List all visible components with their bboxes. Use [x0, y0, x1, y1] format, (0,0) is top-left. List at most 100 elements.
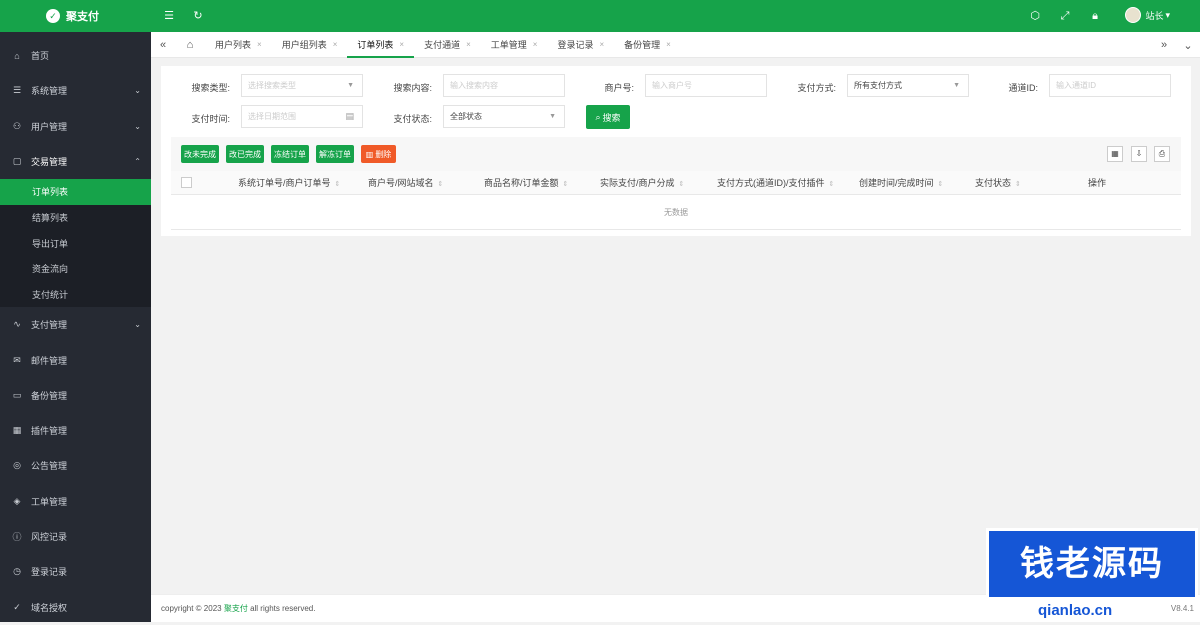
sort-icon: ⇕ [937, 181, 944, 188]
tab-bar: « ⌂ 用户列表 × 用户组列表 × 订单列表 × 支付通道 × 工单管理 × 登录记录 ×… [151, 32, 1200, 58]
column-header[interactable]: 创建时间/完成时间 ⇕ [859, 171, 943, 195]
column-label: 创建时间/完成时间 [859, 178, 934, 188]
table-empty-state: 无数据 [171, 196, 1181, 230]
sidebar-item-label: 交易管理 [31, 157, 68, 168]
tag-icon[interactable]: ⬡ [1028, 9, 1042, 23]
tabs-scroll-right-icon[interactable]: » [1152, 32, 1176, 58]
sidebar-subitem-pay-stats[interactable]: 支付统计 [0, 282, 151, 308]
sidebar-item-users[interactable]: ⚇ 用户管理 ⌄ [0, 109, 151, 144]
sidebar-item-label: 插件管理 [31, 426, 68, 437]
sidebar-subitem-settlements[interactable]: 结算列表 [0, 205, 151, 231]
pay-status-select[interactable]: 全部状态 ▼ [443, 105, 565, 128]
close-icon[interactable]: × [333, 40, 338, 49]
tab-tickets[interactable]: 工单管理 × [481, 32, 548, 57]
chevron-down-icon: ⌄ [134, 320, 141, 330]
sidebar-subitem-fund-flow[interactable]: 资金流向 [0, 256, 151, 282]
tab-pay-channel[interactable]: 支付通道 × [414, 32, 481, 57]
sidebar-item-logins[interactable]: ◷ 登录记录 [0, 554, 151, 589]
plugin-icon: ▦ [12, 425, 22, 436]
calendar-icon: ▤ [345, 111, 354, 121]
sidebar-item-risk[interactable]: ⓘ 风控记录 [0, 519, 151, 554]
user-menu[interactable]: 站长 ▾ [1125, 7, 1170, 23]
top-bar: ✓ 聚支付 ☰ ↻ ⬡ ⤢ 🔒︎ 站长 ▾ [0, 0, 1200, 32]
close-icon[interactable]: × [466, 40, 471, 49]
sidebar-item-system[interactable]: ☰ 系统管理 ⌄ [0, 73, 151, 108]
chevron-down-icon: ⌄ [134, 86, 141, 96]
lock-icon[interactable]: 🔒︎ [1088, 9, 1102, 23]
sidebar-item-home[interactable]: ⌂ 首页 [0, 38, 151, 73]
sidebar-item-label: 首页 [31, 51, 50, 62]
chevron-down-icon: ⌄ [134, 121, 141, 131]
footer-brand-link[interactable]: 聚支付 [224, 604, 248, 613]
menu-toggle-icon[interactable]: ☰ [162, 9, 176, 23]
search-content-input[interactable]: 输入搜索内容 [443, 74, 565, 97]
close-icon[interactable]: × [666, 40, 671, 49]
mail-icon: ✉ [13, 354, 21, 365]
tab-user-list[interactable]: 用户列表 × [205, 32, 272, 57]
column-label: 支付状态 [975, 178, 1012, 188]
channel-input[interactable]: 输入通道ID [1049, 74, 1171, 97]
select-all-checkbox[interactable] [181, 177, 192, 188]
sidebar-item-payment[interactable]: ∿ 支付管理 ⌄ [0, 307, 151, 342]
sidebar-item-backup[interactable]: ▭ 备份管理 [0, 378, 151, 413]
delete-button-label: 删除 [375, 149, 392, 159]
sidebar-item-notices[interactable]: ◎ 公告管理 [0, 448, 151, 483]
mark-finished-button[interactable]: 改已完成 [226, 145, 264, 163]
pay-status-value: 全部状态 [450, 112, 482, 121]
tab-home-icon[interactable]: ⌂ [175, 32, 205, 57]
close-icon[interactable]: × [599, 40, 604, 49]
tab-label: 工单管理 [490, 40, 527, 50]
sidebar-subitem-orders[interactable]: 订单列表 [0, 179, 151, 205]
tab-label: 用户组列表 [281, 40, 327, 50]
column-header[interactable]: 支付状态 ⇕ [975, 171, 1021, 195]
fullscreen-icon[interactable]: ⤢ [1058, 9, 1072, 23]
sort-icon: ⇕ [678, 181, 685, 188]
column-header[interactable]: 实际支付/商户分成 ⇕ [600, 171, 684, 195]
search-content-placeholder: 输入搜索内容 [450, 81, 498, 90]
export-icon[interactable]: ⇩ [1131, 146, 1147, 162]
column-label: 商品名称/订单金额 [484, 178, 559, 188]
search-button-label: 搜索 [602, 112, 621, 123]
delete-button[interactable]: ▥ 删除 [361, 145, 396, 163]
column-header[interactable]: 商品名称/订单金额 ⇕ [484, 171, 568, 195]
columns-icon[interactable]: ▦ [1107, 146, 1123, 162]
tab-login-records[interactable]: 登录记录 × [547, 32, 614, 57]
tab-backup[interactable]: 备份管理 × [614, 32, 681, 57]
freeze-order-button[interactable]: 冻结订单 [271, 145, 309, 163]
close-icon[interactable]: × [399, 40, 404, 49]
close-icon[interactable]: × [257, 40, 262, 49]
tabs-scroll-left-icon[interactable]: « [151, 32, 175, 57]
close-icon[interactable]: × [533, 40, 538, 49]
column-header[interactable]: 商户号/网站域名 ⇕ [368, 171, 443, 195]
search-button[interactable]: ⌕ 搜索 [586, 105, 630, 129]
copyright-suffix: all rights reserved. [250, 604, 316, 613]
chevron-up-icon: ⌃ [134, 157, 141, 167]
refresh-icon[interactable]: ↻ [191, 9, 205, 23]
tab-user-group-list[interactable]: 用户组列表 × [272, 32, 348, 57]
print-icon[interactable]: ⎙ [1154, 146, 1170, 162]
sidebar-subitem-export[interactable]: 导出订单 [0, 230, 151, 256]
caret-down-icon: ▼ [347, 82, 354, 89]
sidebar-item-mail[interactable]: ✉ 邮件管理 [0, 342, 151, 377]
column-header[interactable]: 支付方式(通道ID)/支付插件 ⇕ [717, 171, 834, 195]
mark-unfinished-button[interactable]: 改未完成 [181, 145, 219, 163]
tab-label: 登录记录 [557, 40, 594, 50]
sidebar-item-trade[interactable]: ▢ 交易管理 ⌃ [0, 144, 151, 179]
sidebar-item-plugins[interactable]: ▦ 插件管理 [0, 413, 151, 448]
tab-order-list[interactable]: 订单列表 × [347, 32, 414, 58]
sidebar-item-domain[interactable]: ✓ 域名授权 [0, 590, 151, 625]
sidebar-item-tickets[interactable]: ◈ 工单管理 [0, 484, 151, 519]
tabs-menu-chevron-icon[interactable]: ⌄ [1176, 32, 1200, 58]
user-icon: ⚇ [12, 120, 22, 131]
paymethod-select[interactable]: 所有支付方式 ▼ [847, 74, 969, 97]
pay-time-input[interactable]: 选择日期范围 ▤ [241, 105, 363, 128]
sidebar-item-label: 系统管理 [31, 86, 68, 97]
app-logo[interactable]: ✓ 聚支付 [0, 0, 151, 32]
merchant-input[interactable]: 输入商户号 [645, 74, 767, 97]
pay-time-placeholder: 选择日期范围 [248, 112, 296, 121]
column-header[interactable]: 系统订单号/商户订单号 ⇕ [238, 171, 340, 195]
unfreeze-order-button[interactable]: 解冻订单 [316, 145, 354, 163]
sidebar: ⌂ 首页 ☰ 系统管理 ⌄ ⚇ 用户管理 ⌄ ▢ 交易管理 ⌃ 订单列表 结算列表 导出订单 … [0, 32, 151, 622]
search-type-select[interactable]: 选择搜索类型 ▼ [241, 74, 363, 97]
sidebar-item-label: 公告管理 [31, 461, 68, 472]
